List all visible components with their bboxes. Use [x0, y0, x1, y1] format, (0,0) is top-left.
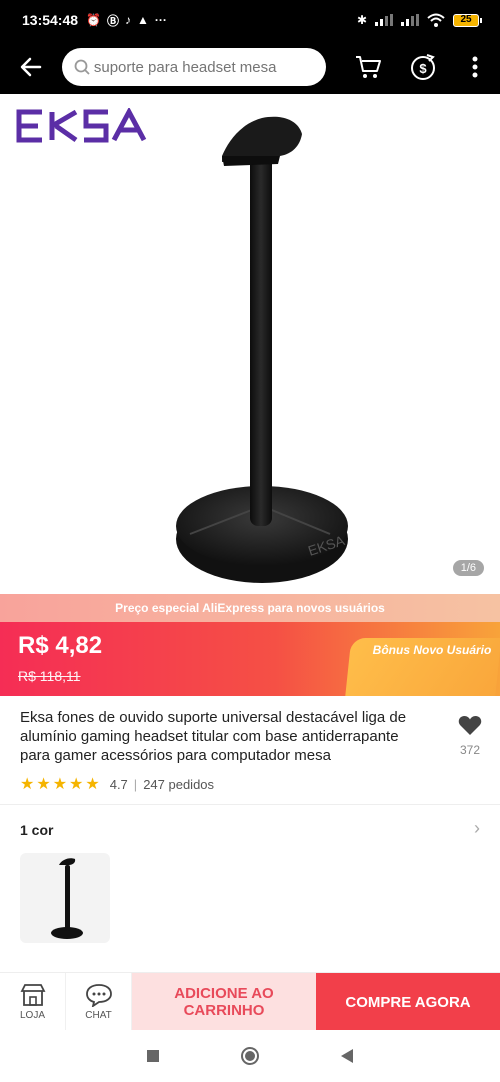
store-icon [20, 984, 45, 1006]
rating-row[interactable]: ★ ★ ★ ★ ★ 4.7 | 247 pedidos [20, 774, 214, 794]
buy-now-button[interactable]: COMPRE AGORA [316, 973, 500, 1031]
wifi-icon [427, 13, 445, 27]
cart-button[interactable] [340, 40, 395, 94]
heart-icon [458, 716, 482, 735]
star-icon: ★ [52, 776, 68, 793]
variant-label: 1 cor [20, 822, 54, 838]
more-vertical-icon [472, 56, 478, 78]
status-right: ✱ 25 [357, 13, 482, 27]
divider [0, 804, 500, 805]
back-button[interactable] [0, 40, 62, 94]
chat-button[interactable]: CHAT [66, 973, 132, 1031]
back-nav-icon[interactable] [340, 1048, 354, 1064]
current-price: R$ 4,82 [18, 632, 103, 659]
price-block: R$ 4,82 R$ 118,11 Bônus Novo Usuário [0, 622, 500, 696]
chat-icon [85, 984, 112, 1007]
star-icon: ★ [36, 776, 51, 793]
store-button[interactable]: LOJA [0, 973, 66, 1031]
product-image[interactable]: EKSA 1/6 [0, 94, 500, 594]
more-dots-icon: ··· [154, 13, 167, 27]
bottom-action-bar: LOJA CHAT ADICIONE AO CARRINHO COMPRE AG… [0, 972, 500, 1031]
tiktok-icon: ♪ [125, 13, 132, 27]
top-bar: $ [0, 40, 500, 94]
bonus-badge[interactable]: Bônus Novo Usuário [372, 642, 492, 659]
variant-thumbnail-image [51, 858, 83, 939]
search-input[interactable] [93, 58, 314, 76]
promo-banner: Preço especial AliExpress para novos usu… [0, 594, 500, 622]
chevron-right-icon: › [474, 818, 480, 838]
original-price: R$ 118,11 [18, 668, 81, 684]
alarm-icon: ⏰ [86, 13, 101, 27]
star-icon: ★ [85, 776, 100, 793]
orders-count: 247 pedidos [143, 776, 215, 792]
coins-button[interactable]: $ [395, 40, 450, 94]
signal-icon-2 [401, 14, 419, 26]
add-to-cart-button[interactable]: ADICIONE AO CARRINHO [132, 973, 316, 1031]
headset-stand-image: EKSA [176, 116, 348, 583]
battery-icon: 25 [453, 13, 482, 27]
favorite-button[interactable]: 372 [452, 714, 488, 757]
image-counter: 1/6 [452, 560, 484, 576]
rating-separator: | [133, 776, 138, 792]
search-bar[interactable] [61, 48, 327, 86]
cart-icon [355, 56, 381, 78]
share-dollar-icon: $ [410, 54, 435, 80]
hat-icon: ▲ [137, 13, 149, 27]
star-icon: ★ [69, 776, 84, 793]
product-title: Eksa fones de ouvido suporte universal d… [20, 709, 407, 764]
back-arrow-icon [20, 57, 42, 77]
rating-value: 4.7 [109, 776, 128, 792]
search-icon [74, 59, 90, 75]
more-menu-button[interactable] [450, 40, 500, 94]
b-icon: Ⓑ [107, 13, 120, 28]
product-info: Eksa fones de ouvido suporte universal d… [0, 696, 500, 806]
chat-label: CHAT [85, 1010, 112, 1021]
star-icon: ★ [20, 776, 35, 793]
home-icon[interactable] [240, 1046, 260, 1066]
status-icons: ⏰ Ⓑ ♪ ▲ ··· [86, 12, 167, 29]
store-label: LOJA [19, 1010, 45, 1021]
variant-section[interactable]: 1 cor › [0, 808, 500, 968]
bluetooth-icon: ✱ [356, 13, 367, 27]
svg-text:$: $ [419, 61, 427, 76]
status-time: 13:54:48 [22, 12, 79, 28]
status-bar: 13:54:48 ⏰ Ⓑ ♪ ▲ ··· ✱ 25 [0, 0, 500, 40]
recents-icon[interactable] [146, 1049, 160, 1063]
signal-icon [375, 14, 393, 26]
variant-thumbnail[interactable] [20, 853, 110, 943]
favorite-count: 372 [459, 743, 481, 757]
system-nav-bar [0, 1030, 500, 1082]
